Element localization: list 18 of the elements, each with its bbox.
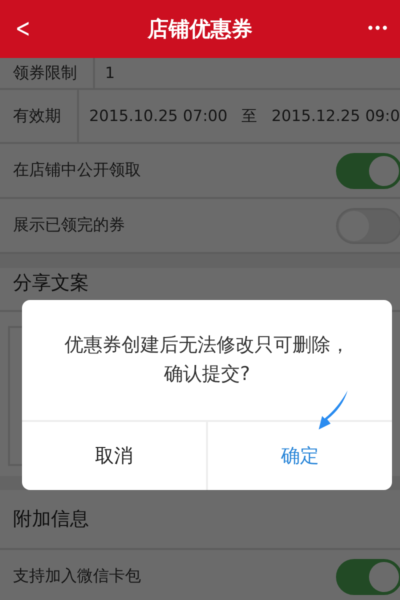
dialog-button[interactable]: 取消 (22, 422, 208, 490)
start-date: 2015.10.25 07:00 (89, 107, 228, 125)
section-title: 附加信息 (13, 507, 89, 532)
dialog-button[interactable]: 确定 (208, 422, 392, 490)
more-button[interactable]: ••• (354, 21, 400, 37)
field-value: 1 (105, 64, 115, 82)
toggle-switch[interactable] (336, 558, 400, 594)
setting-label: 在店铺中公开领取 (13, 160, 141, 181)
back-button[interactable]: < (6, 14, 39, 44)
page-title: 店铺优惠券 (148, 16, 252, 43)
range-separator: 至 (242, 106, 258, 126)
setting-label: 展示已领完的券 (13, 215, 125, 236)
field-label: 有效期 (0, 90, 80, 142)
setting-label: 支持加入微信卡包 (13, 566, 141, 587)
section-title: 分享文案 (13, 271, 89, 296)
field-label: 领券限制 (0, 58, 95, 88)
end-date: 2015.12.25 09:0 (272, 107, 400, 125)
toggle-switch[interactable] (336, 152, 400, 188)
